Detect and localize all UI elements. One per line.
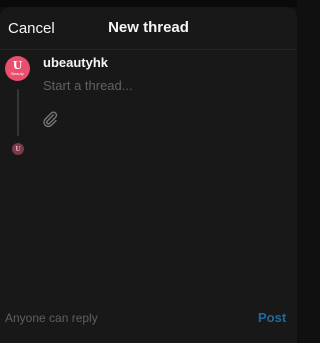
avatar-logo-mark: U bbox=[12, 59, 23, 72]
username: ubeautyhk bbox=[43, 55, 109, 70]
thread-text-input[interactable] bbox=[43, 75, 283, 95]
paperclip-icon[interactable] bbox=[41, 110, 59, 128]
avatar-logo-word: Beauty bbox=[11, 71, 24, 76]
post-button[interactable]: Post bbox=[258, 310, 286, 325]
thread-connector-line bbox=[17, 89, 19, 136]
add-to-thread-avatar[interactable]: U bbox=[12, 143, 24, 155]
avatar: U Beauty bbox=[5, 56, 30, 81]
page-title: New thread bbox=[108, 19, 189, 36]
mini-avatar-logo-mark: U bbox=[15, 145, 21, 153]
sheet-header: Cancel New thread bbox=[0, 7, 297, 50]
status-bar-strip bbox=[0, 0, 297, 7]
reply-permission-selector[interactable]: Anyone can reply bbox=[5, 311, 98, 325]
